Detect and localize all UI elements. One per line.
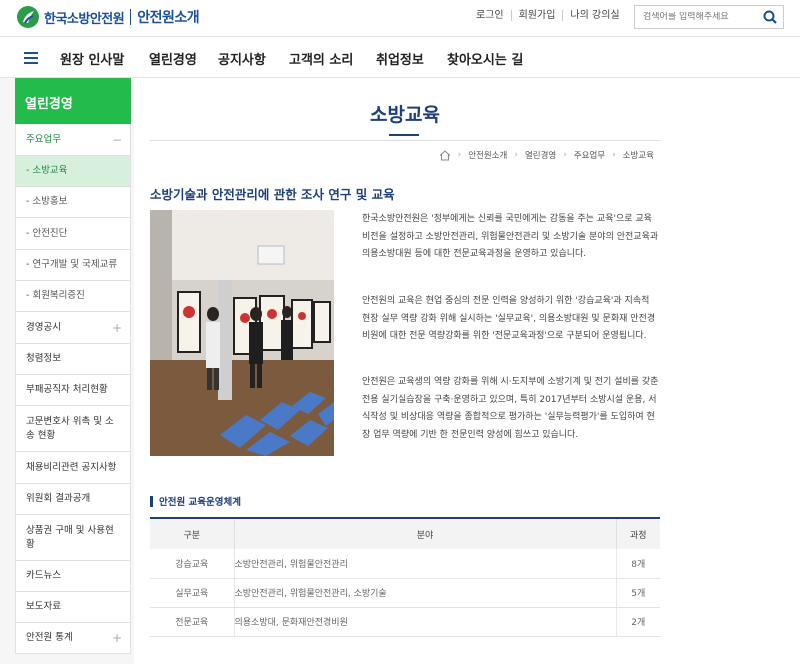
column-header-courses: 과정 (615, 517, 660, 549)
my-classroom-link[interactable]: 나의 강의실 (562, 10, 626, 21)
sidebar-item-label: 부패공직자 처리현황 (26, 384, 108, 395)
table-cell-field: 소방안전관리, 위험물안전관리 (233, 549, 616, 579)
search-icon (763, 10, 777, 24)
table-cell-category: 실무교육 (150, 578, 234, 608)
sidebar: 열린경영 주요업무 − - 소방교육 - 소방홍보 - 안전진단 - 연구개발 … (15, 78, 131, 654)
sidebar-item-label: - 소방교육 (26, 165, 68, 176)
nav-item-greeting[interactable]: 원장 인사말 (60, 49, 124, 68)
column-header-category: 구분 (150, 517, 234, 549)
menu-icon[interactable] (24, 52, 38, 64)
sidebar-item-fire-promotion[interactable]: - 소방홍보 (15, 187, 131, 218)
chevron-right-icon: › (514, 150, 518, 160)
sidebar-item-label: 채용비리관련 공지사항 (26, 461, 117, 473)
table-cell-category: 강습교육 (150, 549, 234, 579)
sidebar-item-label: 위원회 결과공개 (26, 493, 91, 504)
sidebar-item-management-disclosure[interactable]: 경영공시 + (15, 312, 131, 344)
sidebar-item-label: 안전원 통계 (26, 632, 73, 643)
table-cell-count: 2개 (615, 607, 660, 637)
sidebar-item-label: - 소방홍보 (26, 196, 68, 207)
table-cell-count: 8개 (615, 549, 660, 579)
login-link[interactable]: 로그인 (476, 10, 511, 21)
chevron-right-icon: › (563, 150, 567, 160)
nav-item-jobs[interactable]: 취업정보 (376, 49, 424, 68)
sidebar-item-fire-education[interactable]: - 소방교육 (15, 156, 131, 187)
page-title: 소방교육 (370, 104, 440, 126)
table-cell-count: 5개 (615, 578, 660, 608)
sidebar-item-integrity-info[interactable]: 청렴정보 (15, 344, 131, 375)
sidebar-item-main-tasks[interactable]: 주요업무 − (15, 124, 131, 156)
logo[interactable]: 한국소방안전원 안전원소개 (16, 5, 200, 29)
intro-paragraph-3: 안전원은 교육생의 역량 강화를 위해 시·도지부에 소방기계 및 전기 설비를… (362, 377, 659, 440)
breadcrumb-item[interactable]: 주요업무 (574, 149, 605, 161)
sidebar-item-legal-advisor[interactable]: 고문변호사 위촉 및 소송 현황 (15, 406, 131, 452)
collapse-icon[interactable]: − (112, 133, 122, 147)
table-cell-category: 전문교육 (150, 607, 234, 637)
sidebar-item-label: 경영공시 (26, 321, 61, 333)
sidebar-item-statistics[interactable]: 안전원 통계 + (15, 623, 131, 654)
intro-paragraph-1: 한국소방안전원은 '정부에게는 신뢰를 국민에게는 감동을 주는 교육'으로 교… (362, 214, 659, 259)
sidebar-item-label: 고문변호사 위촉 및 소송 현황 (26, 415, 114, 441)
logo-divider (130, 9, 132, 25)
table-heading: 안전원 교육운영체계 (150, 494, 241, 508)
nav-item-customer-voice[interactable]: 고객의 소리 (289, 49, 353, 68)
sidebar-item-committee-results[interactable]: 위원회 결과공개 (15, 484, 131, 515)
signup-link[interactable]: 회원가입 (510, 10, 563, 21)
sidebar-item-hiring-notices[interactable]: 채용비리관련 공지사항 (15, 452, 131, 484)
table-row: 전문교육 의용소방대, 문화재안전경비원 2개 (150, 607, 660, 637)
main-navigation: 원장 인사말 열린경영 공지사항 고객의 소리 취업정보 찾아오시는 길 (0, 36, 800, 78)
column-header-field: 분야 (233, 517, 616, 549)
table-row: 강습교육 소방안전관리, 위험물안전관리 8개 (150, 549, 660, 579)
utility-links: 로그인 회원가입 나의 강의실 (476, 10, 627, 21)
sidebar-item-label: 주요업무 (26, 133, 61, 145)
breadcrumb-item[interactable]: 안전원소개 (468, 149, 507, 161)
breadcrumb-item-current: 소방교육 (622, 151, 654, 161)
sidebar-item-gift-certificates[interactable]: 상품권 구매 및 사용현황 (15, 515, 131, 561)
chevron-right-icon: › (457, 150, 462, 160)
table-cell-field: 의용소방대, 문화재안전경비원 (233, 607, 616, 637)
sidebar-item-label: 카드뉴스 (26, 570, 61, 581)
logo-subtitle: 안전원소개 (137, 10, 200, 26)
expand-icon[interactable]: + (112, 321, 122, 335)
heading-bar (150, 495, 153, 507)
sidebar-item-label: - 연구개발 및 국제교류 (26, 259, 118, 270)
training-photo (150, 210, 334, 456)
logo-text: 한국소방안전원 (44, 11, 125, 27)
top-bar: 한국소방안전원 안전원소개 로그인 회원가입 나의 강의실 (0, 0, 800, 36)
title-underline (389, 134, 419, 136)
search-input[interactable] (635, 12, 757, 22)
intro-paragraph-2: 안전원의 교육은 현업 중심의 전문 인력을 양성하기 위한 '강습교육'과 지… (362, 296, 656, 341)
sidebar-item-card-news[interactable]: 카드뉴스 (15, 561, 131, 592)
table-cell-field: 소방안전관리, 위험물안전관리, 소방기술 (233, 578, 616, 608)
nav-item-notices[interactable]: 공지사항 (218, 49, 266, 68)
sidebar-item-label: - 회원복리증진 (26, 290, 85, 301)
sidebar-title: 열린경영 (15, 78, 131, 124)
breadcrumb: › 안전원소개 › 열린경영 › 주요업무 › 소방교육 (439, 149, 654, 161)
sidebar-item-safety-diagnosis[interactable]: - 안전진단 (15, 218, 131, 250)
chevron-right-icon: › (612, 150, 616, 160)
sidebar-item-research-international[interactable]: - 연구개발 및 국제교류 (15, 250, 131, 281)
sidebar-item-press-releases[interactable]: 보도자료 (15, 592, 131, 623)
table-header-row: 구분 분야 과정 (150, 517, 660, 549)
sidebar-item-label: 상품권 구매 및 사용현황 (26, 524, 114, 550)
section-title: 소방기술과 안전관리에 관한 조사 연구 및 교육 (150, 187, 395, 202)
sidebar-item-member-welfare[interactable]: - 회원복리증진 (15, 281, 131, 312)
sidebar-item-label: 보도자료 (26, 601, 61, 612)
nav-item-directions[interactable]: 찾아오시는 길 (447, 49, 523, 68)
search-box (634, 5, 784, 29)
nav-item-open-management[interactable]: 열린경영 (149, 49, 197, 68)
table-heading-text: 안전원 교육운영체계 (159, 497, 241, 508)
education-system-table: 구분 분야 과정 강습교육 소방안전관리, 위험물안전관리 8개 실무교육 소방… (150, 517, 660, 637)
title-divider (150, 140, 660, 141)
table-row: 실무교육 소방안전관리, 위험물안전관리, 소방기술 5개 (150, 578, 660, 608)
breadcrumb-item[interactable]: 열린경영 (525, 149, 556, 161)
search-button[interactable] (757, 6, 783, 28)
sidebar-item-corrupt-officials[interactable]: 부패공직자 처리현황 (15, 375, 131, 406)
expand-icon[interactable]: + (112, 631, 122, 645)
sidebar-item-label: - 안전진단 (26, 227, 68, 239)
home-icon[interactable] (439, 149, 451, 161)
logo-icon (17, 6, 39, 28)
sidebar-item-label: 청렴정보 (26, 353, 61, 364)
